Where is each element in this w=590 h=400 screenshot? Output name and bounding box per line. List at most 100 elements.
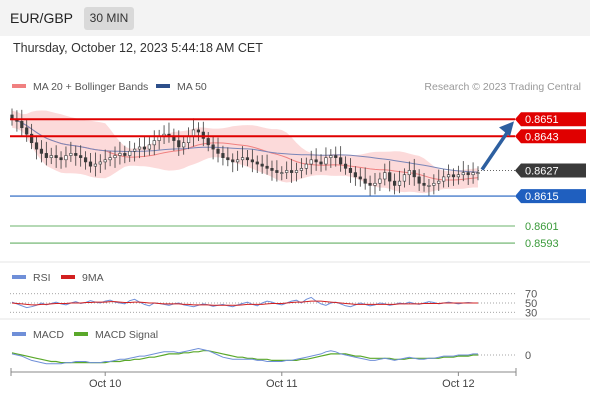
candle-body (339, 157, 343, 165)
candle-body (417, 176, 421, 184)
candle-body (476, 172, 480, 174)
candle-body (329, 155, 333, 158)
candle-body (20, 121, 24, 129)
macd-line (11, 347, 478, 365)
candle-body (64, 155, 68, 161)
candle-body (39, 148, 44, 154)
legend-swatch (61, 275, 75, 279)
candle-body (206, 138, 210, 146)
candle-body (432, 182, 436, 186)
candle-body (79, 155, 83, 158)
candle-body (446, 174, 451, 178)
candle-body (309, 159, 313, 165)
candle-body (334, 155, 338, 158)
candle-body (236, 159, 240, 163)
macd-signal-line (11, 350, 478, 364)
candle-body (451, 174, 456, 178)
candle-body (285, 170, 289, 173)
candle-body (461, 172, 465, 176)
candle-body (231, 159, 235, 163)
candle-body (397, 180, 402, 186)
candle-body (240, 157, 245, 161)
candle-body (466, 172, 470, 176)
candle-body (368, 182, 372, 186)
legend-label: MACD Signal (95, 329, 158, 341)
candle-body (422, 182, 426, 186)
candle-body (275, 170, 279, 173)
candle-body (427, 185, 431, 187)
candle-body (245, 157, 250, 161)
candle-body (265, 165, 269, 169)
candle-body (113, 155, 117, 158)
candle-body (147, 144, 151, 150)
candle-body (353, 172, 357, 178)
candle-body (54, 155, 58, 158)
chart-svg: MA 20 + Bollinger Bands MA 50 Research © 2… (0, 81, 590, 390)
candle-body (358, 176, 362, 180)
legend-swatch (156, 84, 170, 88)
candle-body (103, 159, 107, 163)
candle-body (177, 140, 181, 148)
candle-body (304, 163, 308, 169)
candle-body (44, 153, 48, 158)
candle-body (83, 157, 88, 163)
candle-body (201, 131, 205, 139)
x-tick-label: Oct 11 (266, 378, 298, 390)
candle-body (456, 174, 460, 178)
candle-body (118, 153, 122, 156)
level-label: 0.8643 (525, 131, 559, 143)
candle-body (348, 168, 353, 173)
level-label: 0.8615 (525, 191, 559, 203)
candle-body (383, 172, 387, 180)
candle-body (98, 161, 102, 165)
legend-swatch (12, 84, 26, 88)
candle-body (133, 148, 137, 152)
candle-body (59, 157, 63, 161)
legend-swatch (74, 332, 88, 336)
candle-body (88, 161, 93, 167)
candle-body (388, 172, 392, 182)
candle-body (123, 153, 127, 156)
level-label: 0.8601 (525, 221, 559, 233)
candle-body (412, 170, 416, 178)
candle-body (93, 163, 97, 167)
level-label: 0.8593 (525, 238, 559, 250)
bollinger-band (12, 110, 478, 194)
candle-body (442, 176, 446, 182)
candle-body (128, 150, 132, 156)
legend-label: RSI (33, 272, 51, 284)
legend-label: MACD (33, 329, 64, 341)
candle-body (324, 157, 328, 165)
candle-body (226, 157, 230, 161)
candle-body (182, 142, 186, 148)
candle-body (373, 182, 377, 186)
candle-body (407, 170, 411, 176)
candle-body (108, 157, 112, 161)
candle-body (393, 180, 397, 186)
candle-body (363, 178, 367, 184)
legend-label: MA 50 (177, 81, 207, 93)
candle-body (211, 144, 215, 150)
candle-body (294, 170, 299, 173)
candle-body (216, 148, 220, 154)
candle-body (270, 168, 274, 171)
candle-body (25, 127, 29, 135)
candle-body (49, 155, 53, 158)
candle-body (402, 174, 407, 182)
x-tick-label: Oct 10 (89, 378, 121, 390)
candle-body (378, 178, 382, 184)
candle-body (314, 159, 318, 163)
legend-label: MA 20 + Bollinger Bands (33, 81, 148, 93)
candle-body (221, 153, 225, 158)
candle-body (34, 142, 39, 150)
candle-body (74, 153, 78, 156)
attribution-text: Research © 2023 Trading Central (424, 81, 581, 93)
candle-body (250, 159, 254, 163)
legend-swatch (12, 332, 26, 336)
macd-tick-label: 0 (525, 350, 531, 362)
candle-body (437, 180, 441, 184)
rsi-tick-label: 30 (525, 307, 537, 319)
candle-body (319, 161, 323, 165)
candle-body (69, 153, 73, 156)
level-label: 0.8651 (525, 114, 559, 126)
